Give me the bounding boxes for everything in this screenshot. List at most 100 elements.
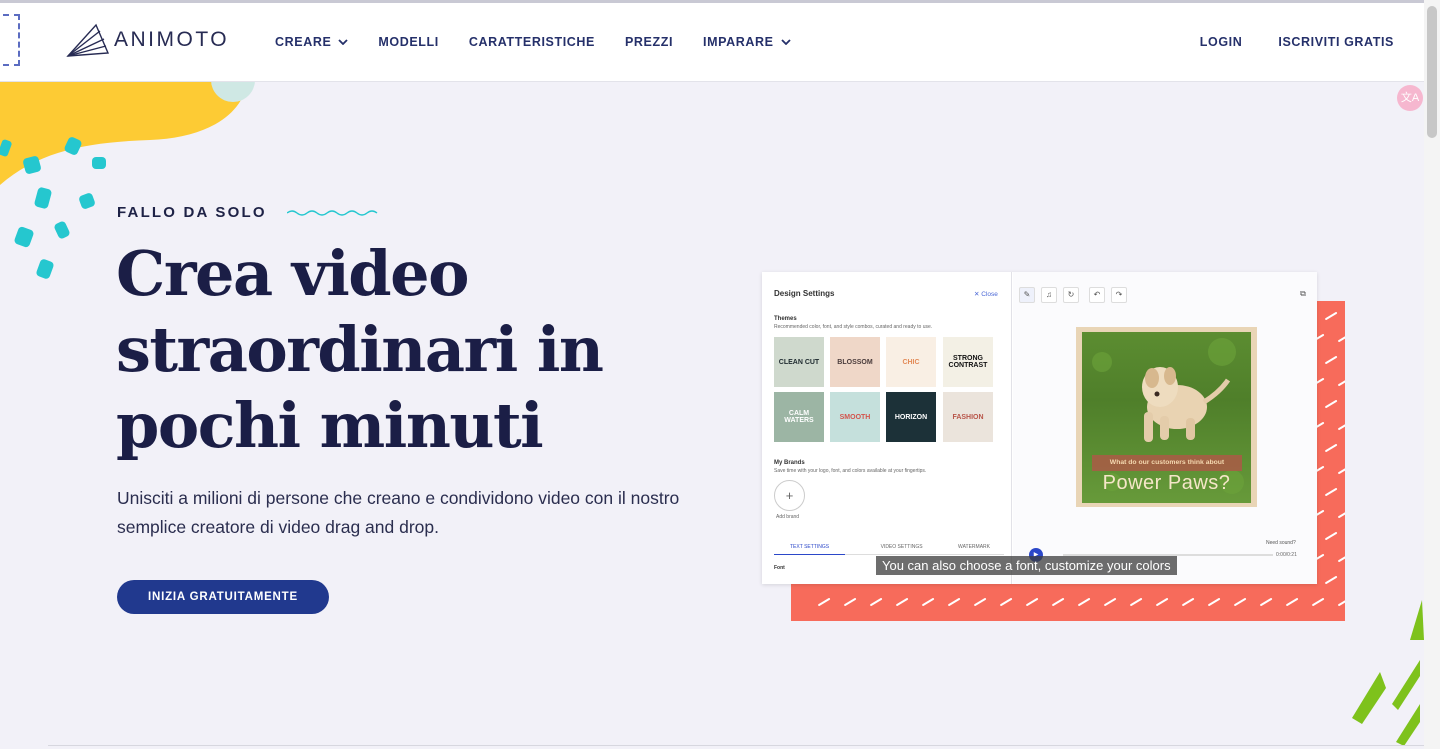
feather-mark — [818, 598, 831, 606]
feather-mark — [844, 598, 857, 606]
translate-icon[interactable]: 文A — [1397, 85, 1423, 111]
brands-description: Save time with your logo, font, and colo… — [774, 468, 927, 474]
close-label: Close — [981, 291, 998, 298]
brands-label: My Brands — [774, 460, 805, 466]
nav-label: CARATTERISTICHE — [468, 35, 595, 49]
video-title: Power Paws? — [1102, 472, 1231, 494]
feather-mark — [1026, 598, 1039, 606]
music-icon[interactable]: ♫ — [1041, 287, 1057, 303]
feather-mark — [1325, 532, 1338, 540]
nav-item-caratteristiche[interactable]: CARATTERISTICHE — [469, 35, 595, 49]
theme-tile[interactable]: HORIZON — [886, 392, 936, 442]
feather-mark — [1078, 598, 1091, 606]
logo-text: ANIMOTO — [114, 28, 230, 51]
feather-mark — [1338, 556, 1345, 562]
feather-mark — [1338, 512, 1345, 518]
feather-mark — [922, 598, 935, 606]
feather-mark — [1286, 598, 1299, 606]
hero-headline: Crea video straordinari in pochi minuti — [116, 237, 604, 462]
feather-mark — [1052, 598, 1065, 606]
refresh-icon[interactable]: ↻ — [1063, 287, 1079, 303]
theme-tile[interactable]: CLEAN CUT — [774, 337, 824, 387]
themes-description: Recommended color, font, and style combo… — [774, 324, 933, 330]
puppy-photo: What do our customers think about Power … — [1082, 332, 1251, 503]
undo-icon[interactable]: ↶ — [1089, 287, 1105, 303]
tab-text-settings[interactable]: TEXT SETTINGS — [774, 544, 846, 555]
scrollbar[interactable] — [1424, 0, 1440, 749]
theme-tile[interactable]: STRONG CONTRAST — [943, 337, 993, 387]
hero-kicker: FALLO DA SOLO — [117, 204, 379, 221]
account-nav: LOGIN ISCRIVITI GRATIS — [1200, 35, 1394, 49]
nav-label: PREZZI — [624, 35, 674, 49]
wave-decoration-icon — [286, 209, 378, 216]
chevron-down-icon — [338, 39, 349, 45]
video-canvas-area: ✎ ♫ ↻ ↶ ↷ ⧉ What do our customers think … — [1013, 272, 1317, 584]
site-header: ANIMOTO CREARE MODELLI CARATTERISTICHE P… — [0, 3, 1424, 82]
video-subtitle: You can also choose a font, customize yo… — [876, 556, 1177, 575]
logo[interactable]: ANIMOTO — [66, 21, 229, 59]
nav-item-creare[interactable]: CREARE — [275, 35, 349, 49]
nav-item-prezzi[interactable]: PREZZI — [625, 35, 673, 49]
theme-tile[interactable]: SMOOTH — [830, 392, 880, 442]
nav-label: IMPARARE — [703, 35, 774, 49]
nav-label: CREARE — [275, 35, 332, 49]
pen-icon[interactable]: ✎ — [1019, 287, 1035, 303]
feather-mark — [1312, 598, 1325, 606]
external-link-icon[interactable]: ⧉ — [1295, 287, 1311, 303]
feather-mark — [1208, 598, 1221, 606]
product-preview: Design Settings ✕ Close Themes Recommend… — [762, 272, 1317, 584]
close-button[interactable]: ✕ Close — [974, 290, 998, 298]
bottom-divider — [48, 745, 1424, 746]
feather-mark — [1338, 336, 1345, 342]
video-frame: What do our customers think about Power … — [1076, 327, 1257, 507]
theme-tile[interactable]: CHIC — [886, 337, 936, 387]
feather-mark — [1130, 598, 1143, 606]
theme-tile[interactable]: BLOSSOM — [830, 337, 880, 387]
feather-mark — [896, 598, 909, 606]
login-link[interactable]: LOGIN — [1200, 35, 1243, 49]
time-readout: 0:00/0:21 — [1276, 552, 1297, 558]
add-brand-label: Add brand — [776, 514, 800, 520]
feather-mark — [1325, 576, 1338, 584]
feather-mark — [1325, 444, 1338, 452]
settings-tabs: TEXT SETTINGS VIDEO SETTINGS WATERMARK — [774, 544, 1004, 555]
nav-item-imparare[interactable]: IMPARARE — [703, 35, 791, 49]
redo-icon[interactable]: ↷ — [1111, 287, 1127, 303]
start-free-button[interactable]: INIZIA GRATUITAMENTE — [117, 580, 329, 614]
feather-mark — [1260, 598, 1273, 606]
dashed-frame-decoration — [0, 14, 20, 66]
feather-mark — [1104, 598, 1117, 606]
feather-mark — [1338, 380, 1345, 386]
nav-label: MODELLI — [378, 35, 439, 49]
theme-tile[interactable]: CALM WATERS — [774, 392, 824, 442]
add-brand-button[interactable]: + — [774, 480, 805, 511]
feather-mark — [1338, 600, 1345, 606]
scrollbar-thumb[interactable] — [1427, 6, 1437, 138]
feather-mark — [1182, 598, 1195, 606]
feather-mark — [1338, 424, 1345, 430]
font-label: Font — [774, 565, 785, 571]
video-caption: What do our customers think about — [1092, 455, 1242, 471]
tab-video-settings[interactable]: VIDEO SETTINGS — [881, 544, 923, 550]
main-nav: CREARE MODELLI CARATTERISTICHE PREZZI IM… — [275, 35, 791, 49]
chevron-down-icon — [780, 39, 791, 45]
theme-tile[interactable]: FASHION — [943, 392, 993, 442]
need-sound-label[interactable]: Need sound? — [1266, 540, 1296, 546]
feather-mark — [1325, 488, 1338, 496]
panel-title: Design Settings — [774, 289, 835, 298]
tab-watermark[interactable]: WATERMARK — [958, 544, 1004, 550]
hero-subtext: Unisciti a milioni di persone che creano… — [117, 488, 680, 537]
feather-mark — [974, 598, 987, 606]
feather-mark — [1325, 400, 1338, 408]
feather-mark — [1325, 312, 1338, 320]
nav-item-modelli[interactable]: MODELLI — [378, 35, 438, 49]
feather-mark — [870, 598, 883, 606]
feather-mark — [1325, 356, 1338, 364]
signup-link[interactable]: ISCRIVITI GRATIS — [1278, 35, 1394, 49]
feather-mark — [948, 598, 961, 606]
themes-label: Themes — [774, 316, 797, 322]
kicker-text: FALLO DA SOLO — [117, 204, 267, 221]
feather-mark — [1156, 598, 1169, 606]
design-settings-panel: Design Settings ✕ Close Themes Recommend… — [762, 272, 1012, 584]
animoto-logo-icon — [66, 23, 110, 57]
